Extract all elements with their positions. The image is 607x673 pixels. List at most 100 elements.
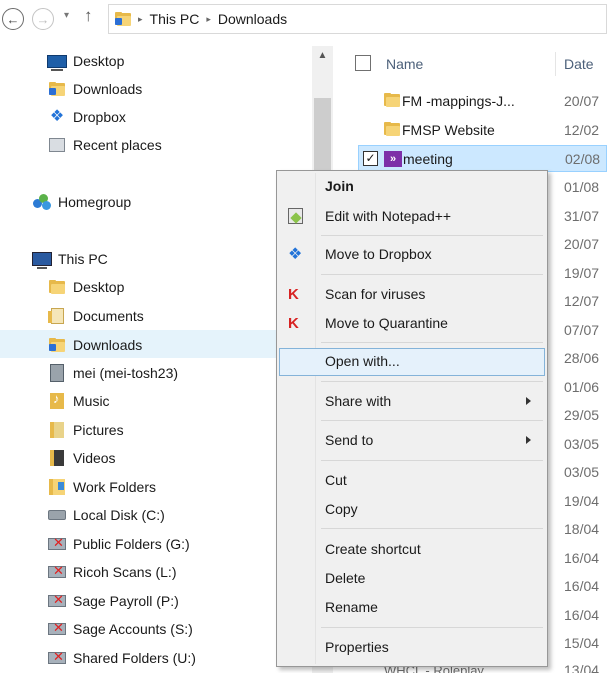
row-checkbox[interactable]: ✓ (363, 151, 378, 166)
file-date: 16/04 (564, 607, 600, 623)
nav-item-desktop-folder[interactable]: Desktop (0, 273, 310, 301)
column-header-row: Name Date (344, 52, 607, 76)
menu-item-move-to-dropbox[interactable]: ❖ Move to Dropbox (279, 241, 545, 269)
nav-item-label: Sage Accounts (S:) (73, 621, 193, 637)
scroll-up-arrow-icon[interactable]: ▲ (312, 50, 333, 61)
menu-separator (321, 342, 543, 343)
downloads-folder-icon (115, 12, 131, 26)
nav-item-downloads-selected[interactable]: Downloads (0, 330, 310, 358)
menu-item-join[interactable]: Join (279, 173, 545, 201)
menu-item-cut[interactable]: Cut (279, 467, 545, 495)
nav-item-label: Homegroup (58, 194, 132, 210)
file-name: meeting (403, 151, 453, 167)
nav-item-label: Shared Folders (U:) (73, 650, 196, 666)
crumb-this-pc[interactable]: This PC (150, 11, 200, 27)
file-date: 07/07 (564, 322, 600, 338)
nav-item-videos[interactable]: Videos (0, 444, 310, 472)
menu-item-label: Scan for viruses (325, 286, 426, 302)
file-date: 13/04 (564, 662, 600, 673)
downloads-folder-icon (47, 80, 67, 98)
back-button[interactable]: ← (2, 8, 24, 30)
nav-item-ricoh-scans[interactable]: Ricoh Scans (L:) (0, 558, 310, 586)
music-folder-icon (47, 391, 67, 410)
menu-item-move-to-quarantine[interactable]: K Move to Quarantine (279, 310, 545, 338)
file-date: 12/07 (564, 293, 600, 309)
menu-item-copy[interactable]: Copy (279, 496, 545, 524)
column-divider[interactable] (555, 52, 556, 76)
menu-separator (321, 420, 543, 421)
menu-item-open-with[interactable]: Open with... (279, 348, 545, 376)
column-header-date[interactable]: Date (564, 56, 594, 72)
nav-item-downloads[interactable]: Downloads (0, 75, 310, 103)
crumb-downloads[interactable]: Downloads (218, 11, 287, 27)
submenu-arrow-icon (526, 436, 531, 444)
desktop-folder-icon (47, 278, 67, 296)
nav-item-this-pc[interactable]: This PC (0, 245, 310, 273)
menu-item-label: Open with... (325, 353, 400, 369)
menu-separator (321, 274, 543, 275)
menu-item-rename[interactable]: Rename (279, 594, 545, 622)
work-folders-icon (47, 478, 67, 496)
nav-item-label: Videos (73, 450, 116, 466)
crumb-separator[interactable]: ▸ (138, 14, 143, 25)
nav-item-public-folders[interactable]: Public Folders (G:) (0, 530, 310, 558)
menu-item-label: Send to (325, 432, 374, 448)
nav-item-homegroup[interactable]: Homegroup (0, 188, 310, 216)
up-arrow-icon: ↑ (84, 6, 93, 25)
file-date: 03/05 (564, 464, 600, 480)
forward-button[interactable]: → (32, 8, 54, 30)
menu-item-send-to[interactable]: Send to (279, 427, 545, 455)
column-header-name[interactable]: Name (386, 56, 423, 72)
crumb-separator[interactable]: ▸ (206, 14, 211, 25)
select-all-checkbox[interactable] (355, 55, 371, 71)
menu-item-label: Move to Quarantine (325, 315, 448, 331)
videos-folder-icon (47, 449, 67, 467)
nav-item-sage-accounts[interactable]: Sage Accounts (S:) (0, 615, 310, 643)
file-date: 03/05 (564, 436, 600, 452)
local-disk-icon (47, 506, 67, 524)
file-row-selected[interactable]: ✓ » meeting 02/08 (358, 145, 607, 172)
breadcrumb[interactable]: ▸ This PC ▸ Downloads (108, 4, 607, 34)
up-button[interactable]: ↑ (84, 6, 93, 26)
nav-item-label: Public Folders (G:) (73, 536, 190, 552)
menu-item-create-shortcut[interactable]: Create shortcut (279, 536, 545, 564)
nav-item-label: Downloads (73, 81, 143, 97)
computer-icon (32, 250, 52, 269)
recent-locations-dropdown[interactable]: ▾ (64, 10, 69, 21)
nav-item-local-disk[interactable]: Local Disk (C:) (0, 501, 310, 529)
nav-item-desktop[interactable]: Desktop (0, 47, 310, 75)
menu-item-scan-for-viruses[interactable]: K Scan for viruses (279, 281, 545, 309)
nav-item-documents[interactable]: Documents (0, 302, 310, 330)
nav-item-shared-folders[interactable]: Shared Folders (U:) (0, 644, 310, 672)
file-date: 16/04 (564, 578, 600, 594)
menu-item-share-with[interactable]: Share with (279, 388, 545, 416)
menu-item-label: Edit with Notepad++ (325, 208, 452, 224)
menu-item-delete[interactable]: Delete (279, 565, 545, 593)
notepad-plus-plus-icon (288, 208, 306, 226)
menu-item-properties[interactable]: Properties (279, 634, 545, 662)
file-row[interactable]: FMSP Website 12/02 (358, 117, 607, 144)
nav-item-dropbox[interactable]: ❖ Dropbox (0, 103, 310, 131)
nav-item-music[interactable]: Music (0, 387, 310, 415)
file-row[interactable]: FM -mappings-J... 20/07 (358, 88, 607, 115)
disconnected-drive-icon (47, 649, 67, 667)
nav-item-pictures[interactable]: Pictures (0, 416, 310, 444)
nav-item-work-folders[interactable]: Work Folders (0, 473, 310, 501)
file-date: 20/07 (564, 93, 600, 109)
menu-item-label: Rename (325, 599, 378, 615)
menu-item-edit-with-notepad[interactable]: Edit with Notepad++ (279, 203, 545, 231)
menu-item-label: Share with (325, 393, 392, 409)
file-date: 01/06 (564, 379, 600, 395)
network-computer-icon (47, 364, 67, 382)
nav-item-sage-payroll[interactable]: Sage Payroll (P:) (0, 587, 310, 615)
nav-item-label: This PC (58, 251, 108, 267)
menu-separator (321, 235, 543, 236)
nav-item-label: Local Disk (C:) (73, 507, 165, 523)
nav-item-recent-places[interactable]: Recent places (0, 131, 310, 159)
file-name: FM -mappings-J... (402, 93, 515, 109)
pictures-folder-icon (47, 421, 67, 439)
nav-item-mei[interactable]: mei (mei-tosh23) (0, 359, 310, 387)
folder-icon (384, 122, 400, 136)
dropbox-icon: ❖ (49, 108, 65, 125)
chevron-down-icon: ▾ (64, 10, 70, 21)
